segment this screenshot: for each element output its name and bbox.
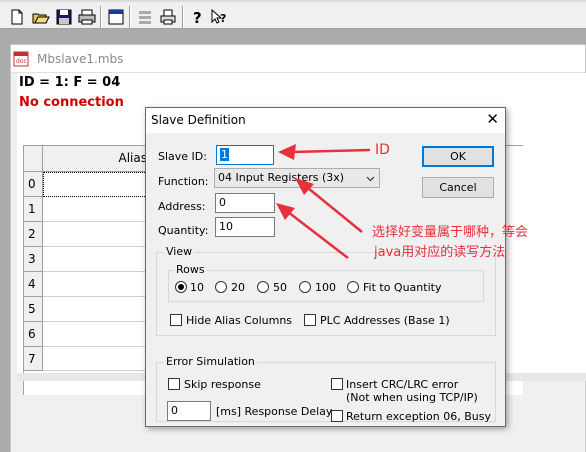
child-window-title: Mbslave1.mbs bbox=[37, 52, 124, 66]
error-simulation-legend: Error Simulation bbox=[164, 355, 257, 368]
id-function-line: ID = 1: F = 04 bbox=[19, 75, 121, 90]
close-icon[interactable]: ✕ bbox=[486, 111, 499, 127]
grid-row-number: 7 bbox=[24, 347, 43, 371]
rows-fit-label: Fit to Quantity bbox=[363, 281, 442, 294]
help-icon[interactable]: ? bbox=[189, 8, 207, 26]
function-select[interactable]: 04 Input Registers (3x) bbox=[214, 168, 380, 188]
grid-row-number: 4 bbox=[24, 272, 43, 297]
annotation-id-note: ID bbox=[375, 142, 390, 158]
grid-cell[interactable] bbox=[43, 197, 153, 222]
insert-crc-note: (Not when using TCP/IP) bbox=[346, 391, 478, 404]
grid-row-number: 5 bbox=[24, 297, 43, 322]
ok-button[interactable]: OK bbox=[422, 146, 494, 167]
print-icon[interactable] bbox=[78, 8, 96, 26]
printer-icon[interactable] bbox=[159, 8, 177, 26]
dialog-title: Slave Definition bbox=[151, 113, 246, 127]
svg-text:doc: doc bbox=[16, 58, 27, 65]
save-icon[interactable] bbox=[55, 8, 73, 26]
slave-id-input[interactable]: 1 bbox=[216, 145, 274, 165]
response-delay-label: [ms] Response Delay bbox=[216, 405, 333, 418]
insert-crc-checkbox[interactable] bbox=[331, 378, 343, 390]
window-icon[interactable] bbox=[107, 8, 125, 26]
grid-cell[interactable] bbox=[43, 222, 153, 247]
grid-cell[interactable] bbox=[43, 272, 153, 297]
rows-10-radio[interactable] bbox=[175, 281, 187, 293]
annotation-function-note-1: 选择好变量属于哪种，等会 bbox=[372, 225, 529, 240]
dialog-titlebar[interactable]: Slave Definition ✕ bbox=[146, 108, 505, 133]
plc-addresses-label: PLC Addresses (Base 1) bbox=[320, 314, 450, 327]
view-legend: View bbox=[164, 245, 195, 258]
skip-response-label: Skip response bbox=[184, 378, 261, 391]
toolbar-separator bbox=[100, 6, 102, 28]
rows-20-radio[interactable] bbox=[215, 281, 227, 293]
insert-crc-label: Insert CRC/LRC error bbox=[346, 378, 459, 391]
function-label: Function: bbox=[158, 175, 209, 188]
address-label: Address: bbox=[158, 200, 206, 213]
toolbar: ? ? bbox=[0, 0, 586, 29]
context-help-icon[interactable]: ? bbox=[210, 8, 228, 26]
cancel-button[interactable]: Cancel bbox=[422, 177, 494, 198]
grid-row-number: 0 bbox=[24, 172, 43, 197]
slave-id-value: 1 bbox=[220, 148, 229, 161]
grid-cell[interactable] bbox=[43, 347, 153, 371]
rows-20-label: 20 bbox=[231, 281, 245, 294]
connect-icon[interactable] bbox=[136, 8, 154, 26]
toolbar-separator bbox=[129, 6, 131, 28]
chevron-down-icon bbox=[366, 176, 375, 182]
return-exception-checkbox[interactable] bbox=[331, 410, 343, 422]
rows-50-label: 50 bbox=[273, 281, 287, 294]
open-icon[interactable] bbox=[32, 8, 50, 26]
hide-alias-label: Hide Alias Columns bbox=[186, 314, 293, 327]
rows-legend: Rows bbox=[174, 263, 207, 276]
connection-status: No connection bbox=[19, 95, 124, 110]
grid-row-number: 1 bbox=[24, 197, 43, 222]
rows-10-label: 10 bbox=[190, 281, 204, 294]
address-input[interactable]: 0 bbox=[215, 193, 275, 213]
function-select-value: 04 Input Registers (3x) bbox=[218, 171, 345, 184]
rows-100-label: 100 bbox=[315, 281, 336, 294]
skip-response-checkbox[interactable] bbox=[168, 378, 180, 390]
slave-definition-dialog: Slave Definition ✕ Slave ID: 1 Function:… bbox=[145, 107, 506, 427]
plc-addresses-checkbox[interactable] bbox=[304, 314, 316, 326]
annotation-function-note-2: java用对应的读写方法 bbox=[374, 245, 506, 260]
quantity-label: Quantity: bbox=[158, 224, 209, 237]
grid-cell[interactable] bbox=[43, 172, 153, 197]
hide-alias-checkbox[interactable] bbox=[170, 314, 182, 326]
response-delay-input[interactable]: 0 bbox=[167, 401, 211, 421]
rows-50-radio[interactable] bbox=[257, 281, 269, 293]
new-icon[interactable] bbox=[8, 8, 26, 26]
quantity-input[interactable]: 10 bbox=[215, 217, 275, 237]
document-icon: doc bbox=[13, 51, 29, 67]
toolbar-separator bbox=[182, 6, 184, 28]
grid-cell[interactable] bbox=[43, 247, 153, 272]
child-titlebar[interactable]: doc Mbslave1.mbs bbox=[11, 45, 585, 73]
grid-row-number: 6 bbox=[24, 322, 43, 347]
slave-id-label: Slave ID: bbox=[158, 150, 207, 163]
rows-fit-radio[interactable] bbox=[347, 281, 359, 293]
rows-100-radio[interactable] bbox=[299, 281, 311, 293]
grid-row-number: 3 bbox=[24, 247, 43, 272]
grid-corner bbox=[24, 146, 43, 172]
grid-row-number: 2 bbox=[24, 222, 43, 247]
grid-cell[interactable] bbox=[43, 322, 153, 347]
svg-text:?: ? bbox=[220, 12, 226, 25]
grid-header-alias[interactable]: Alias bbox=[43, 146, 153, 172]
svg-text:?: ? bbox=[193, 9, 202, 26]
grid-cell[interactable] bbox=[43, 297, 153, 322]
return-exception-label: Return exception 06, Busy bbox=[346, 410, 492, 423]
